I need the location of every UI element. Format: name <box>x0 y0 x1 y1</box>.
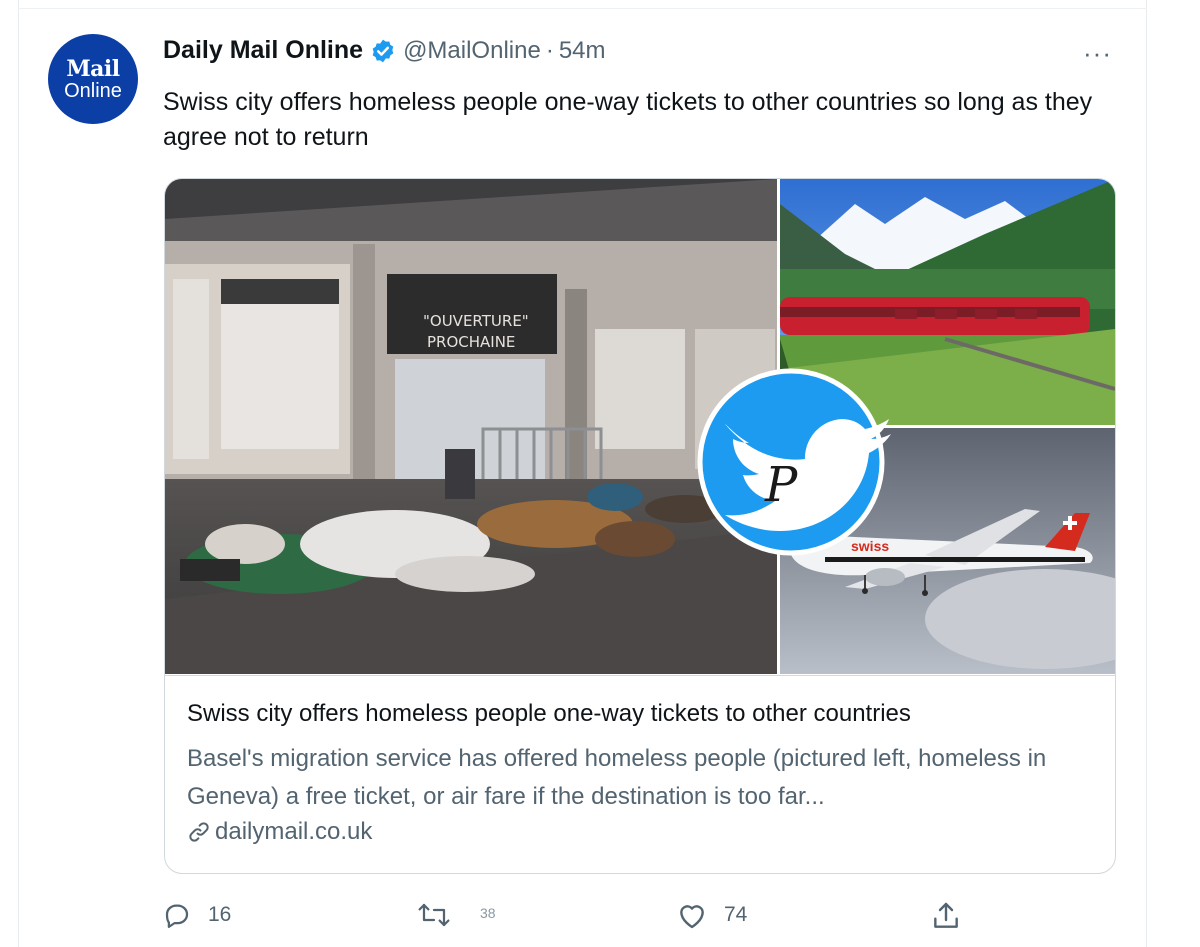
like-button[interactable]: 74 <box>676 900 747 930</box>
timeline-border-left <box>18 0 19 947</box>
user-handle[interactable]: @MailOnline <box>403 37 541 65</box>
retweet-icon <box>416 900 452 930</box>
reply-icon <box>162 900 192 930</box>
like-icon <box>676 900 708 930</box>
card-domain[interactable]: dailymail.co.uk <box>187 818 372 846</box>
tweet-divider <box>18 8 1147 9</box>
avatar-text-online: Online <box>64 79 122 102</box>
share-button[interactable] <box>930 900 962 932</box>
reply-count: 16 <box>208 903 232 926</box>
tweet-header: Daily Mail Online @MailOnline · 54m <box>163 36 606 65</box>
retweet-count: 38 <box>480 905 496 921</box>
card-description: Basel's migration service has offered ho… <box>187 745 1047 810</box>
plane-livery-text: swiss <box>851 538 889 554</box>
like-count: 74 <box>724 903 748 926</box>
reply-button[interactable]: 16 <box>162 900 231 930</box>
retweet-button[interactable] <box>416 900 452 930</box>
verified-badge-icon <box>370 38 396 64</box>
link-icon <box>187 820 211 844</box>
card-domain-text: dailymail.co.uk <box>215 818 373 845</box>
share-icon <box>930 900 962 932</box>
sign-text-prochaine: PROCHAINE <box>427 333 515 351</box>
avatar-text-mail: Mail <box>66 55 120 82</box>
avatar[interactable]: Mail Online <box>48 34 138 124</box>
timeline-border-right <box>1146 0 1147 947</box>
display-name[interactable]: Daily Mail Online <box>163 36 363 65</box>
card-title: Swiss city offers homeless people one-wa… <box>187 700 911 727</box>
card-image[interactable]: "OUVERTURE" PROCHAINE swiss P <box>165 179 1115 674</box>
card-body[interactable]: Swiss city offers homeless people one-wa… <box>165 675 1115 873</box>
watermark-letter: P <box>764 457 798 513</box>
sign-text-ouverture: "OUVERTURE" <box>423 312 529 330</box>
tweet-text: Swiss city offers homeless people one-wa… <box>163 88 1093 151</box>
link-card[interactable]: "OUVERTURE" PROCHAINE swiss P Swiss city… <box>164 178 1116 874</box>
tweet-timestamp[interactable]: 54m <box>559 37 606 65</box>
homeless-photo: "OUVERTURE" PROCHAINE <box>165 179 777 674</box>
more-icon[interactable]: ··· <box>1083 38 1112 69</box>
separator-dot: · <box>545 36 554 64</box>
